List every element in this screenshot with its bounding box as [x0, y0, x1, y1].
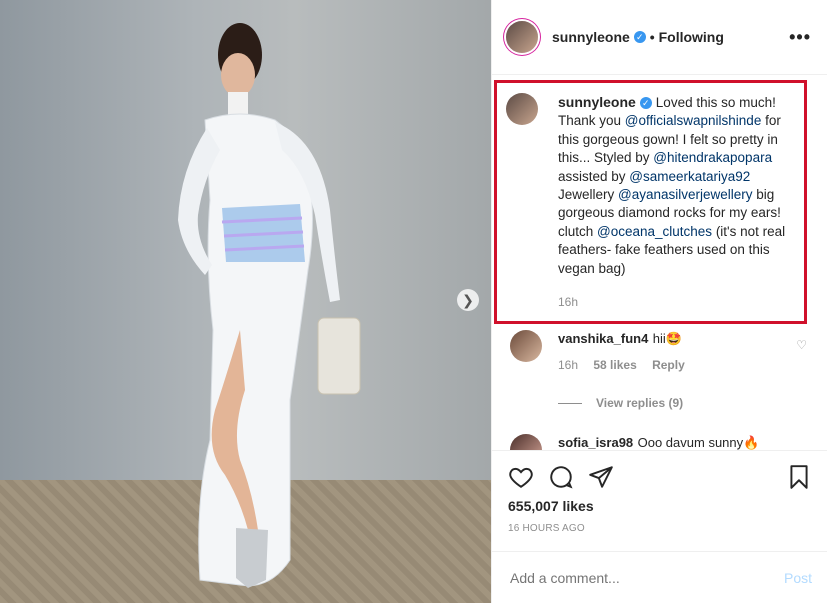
caption-author-avatar[interactable] — [506, 93, 538, 125]
add-comment-bar: Post — [492, 551, 827, 604]
post-comment-button[interactable]: Post — [784, 570, 812, 586]
post-actions-section: 655,007 likes 16 HOURS AGO Post — [492, 450, 827, 604]
view-replies-label: View replies (9) — [596, 396, 684, 410]
comment-item: vanshika_fun4 hii🤩 16h 58 likes Reply — [510, 330, 810, 372]
comment-icon[interactable] — [548, 464, 574, 490]
post-side-panel: sunnyleone ✓ • Following ••• sunnyleone ✓… — [491, 0, 827, 604]
following-status[interactable]: • Following — [650, 29, 724, 45]
more-options-icon[interactable]: ••• — [789, 27, 811, 48]
verified-badge-icon: ✓ — [633, 31, 646, 43]
posted-time: 16 HOURS AGO — [508, 523, 585, 534]
chevron-right-icon: ❯ — [462, 291, 474, 308]
likes-count[interactable]: 655,007 likes — [508, 498, 594, 514]
caption-text: sunnyleone ✓ Loved this so much! Thank you… — [558, 93, 796, 278]
replies-divider — [558, 403, 582, 405]
view-replies-button[interactable]: View replies (9) — [558, 396, 683, 410]
caption-segment: assisted by — [558, 168, 630, 184]
share-icon[interactable] — [588, 464, 614, 490]
comment-like-heart-icon[interactable]: ♡ — [796, 338, 807, 352]
commenter-username[interactable]: vanshika_fun4 — [558, 331, 648, 346]
comment-text: hii🤩 — [652, 331, 682, 346]
comment-timestamp: 16h — [558, 358, 579, 372]
comment-likes-link[interactable]: 58 likes — [593, 358, 636, 372]
mention-link[interactable]: @ayanasilverjewellery — [618, 187, 753, 202]
author-avatar[interactable] — [506, 21, 538, 53]
caption-timestamp: 16h — [558, 295, 579, 310]
post-caption: sunnyleone ✓ Loved this so much! Thank you… — [506, 93, 796, 309]
heart-icon[interactable] — [508, 464, 534, 490]
mention-link[interactable]: @oceana_clutches — [597, 224, 712, 239]
post-photo[interactable]: ❯ — [0, 0, 491, 603]
post-header: sunnyleone ✓ • Following ••• — [492, 0, 827, 75]
save-button[interactable] — [786, 464, 812, 495]
comment-input[interactable] — [508, 569, 784, 587]
next-photo-button[interactable]: ❯ — [457, 289, 479, 311]
woman-in-white-gown-figure — [178, 23, 361, 588]
author-username[interactable]: sunnyleone — [552, 29, 630, 45]
commenter-avatar[interactable] — [510, 330, 542, 362]
reply-button[interactable]: Reply — [652, 358, 685, 372]
comment-meta: 16h 58 likes Reply — [558, 358, 697, 372]
comment-text: Ooo davum sunny🔥 — [637, 435, 760, 450]
caption-segment: Jewellery — [558, 187, 619, 203]
caption-username[interactable]: sunnyleone — [558, 94, 636, 110]
action-icons — [508, 464, 614, 490]
bookmark-icon[interactable] — [786, 464, 812, 490]
mention-link[interactable]: @officialswapnilshinde — [625, 113, 762, 128]
verified-badge-icon: ✓ — [639, 97, 652, 110]
mention-link[interactable]: @sameerkatariya92 — [629, 169, 750, 184]
commenter-username[interactable]: sofia_isra98 — [558, 435, 633, 450]
mention-link[interactable]: @hitendrakapopara — [653, 150, 772, 165]
